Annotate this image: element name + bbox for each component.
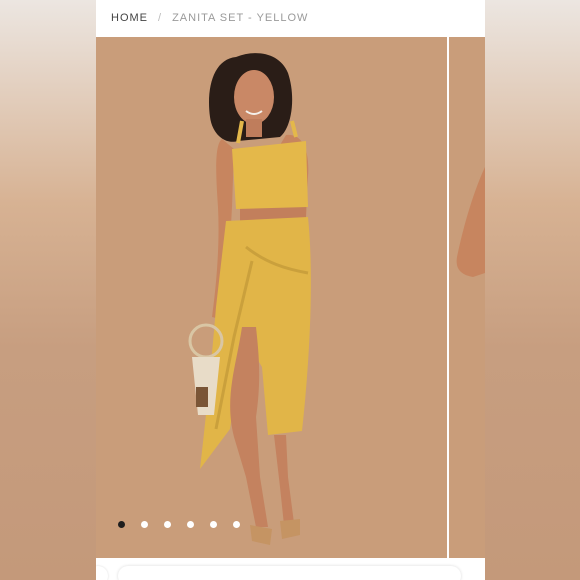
gallery-dot[interactable]: [141, 521, 148, 528]
model-photo-partial: [456, 167, 485, 277]
breadcrumb-current: ZANITA SET - YELLOW: [172, 12, 309, 24]
backdrop-left: [0, 0, 96, 580]
gallery-dot[interactable]: [233, 521, 240, 528]
gallery-dot[interactable]: [210, 521, 217, 528]
model-photo: [188, 53, 311, 545]
product-page: HOME / ZANITA SET - YELLOW: [96, 0, 485, 580]
gallery-pagination: [118, 521, 240, 528]
bottom-pill[interactable]: [118, 566, 461, 580]
backdrop-right: [485, 0, 580, 580]
product-image-next[interactable]: [449, 37, 485, 558]
gallery-dot[interactable]: [118, 521, 125, 528]
product-image-main[interactable]: [96, 37, 447, 558]
breadcrumb-separator: /: [158, 12, 163, 24]
breadcrumb-home-link[interactable]: HOME: [111, 12, 148, 24]
gallery-dot[interactable]: [164, 521, 171, 528]
bottom-action-bar: [96, 558, 485, 580]
bottom-pill-left[interactable]: [96, 566, 108, 580]
product-image-gallery[interactable]: [96, 37, 485, 558]
breadcrumb: HOME / ZANITA SET - YELLOW: [96, 0, 485, 36]
gallery-dot[interactable]: [187, 521, 194, 528]
